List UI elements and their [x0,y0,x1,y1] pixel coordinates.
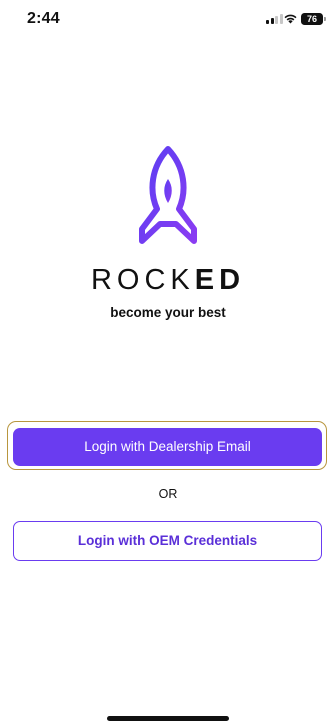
signal-icon [266,14,283,24]
home-indicator[interactable] [107,716,229,721]
battery-icon: 76 [301,13,323,25]
wordmark-rock: ROCK [90,264,195,296]
tagline: become your best [110,305,226,320]
rocket-logo-icon [139,146,197,244]
wordmark-ed: ED [194,264,246,296]
or-separator: OR [158,487,178,501]
login-oem-credentials-button[interactable]: Login with OEM Credentials [13,521,322,561]
wifi-icon [284,14,297,24]
battery-tip [324,17,326,21]
brand-wordmark: ROCKED [0,264,336,297]
login-dealership-email-button[interactable]: Login with Dealership Email [13,428,322,466]
status-time: 2:44 [27,10,60,27]
status-bar: 2:44 76 [0,0,336,40]
